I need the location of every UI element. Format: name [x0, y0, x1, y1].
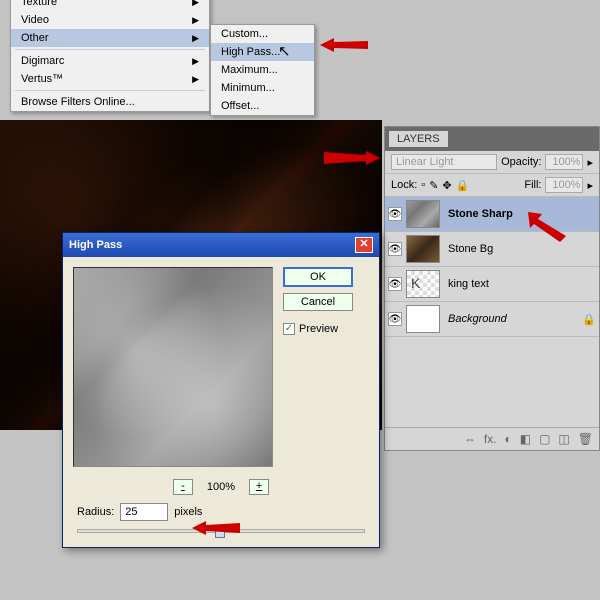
fill-input[interactable]: 100% [545, 177, 583, 193]
highpass-dialog: High Pass ✕ OK Cancel ✓ Preview - 100% +… [62, 232, 380, 548]
mask-icon[interactable]: ◐ [504, 432, 511, 446]
menu-other[interactable]: Other▶ [11, 29, 209, 47]
link-icon[interactable]: ⇔ [464, 432, 476, 446]
zoom-in-button[interactable]: + [249, 479, 269, 495]
preview-label: Preview [299, 323, 338, 335]
menu-vertus[interactable]: Vertus™▶ [11, 70, 209, 88]
submenu-arrow-icon: ▶ [192, 33, 199, 44]
layers-panel: LAYERS Linear Light Opacity: 100% ▸ Lock… [384, 126, 600, 451]
trash-icon[interactable]: 🗑 [578, 432, 593, 446]
submenu-arrow-icon: ▶ [192, 0, 199, 8]
filter-other-submenu: Custom... High Pass... Maximum... Minimu… [210, 24, 315, 116]
dialog-titlebar[interactable]: High Pass ✕ [63, 233, 379, 257]
menu-custom[interactable]: Custom... [211, 25, 314, 43]
layers-tab[interactable]: LAYERS [385, 127, 599, 151]
menu-highpass[interactable]: High Pass... [211, 43, 314, 61]
callout-arrow-icon [320, 35, 370, 58]
visibility-icon[interactable]: 👁 [388, 312, 402, 326]
submenu-arrow-icon: ▶ [192, 74, 199, 85]
menu-separator [15, 49, 205, 50]
layer-king-text[interactable]: 👁 king text [385, 267, 599, 302]
lock-label: Lock: [391, 179, 417, 191]
layer-name[interactable]: Background [444, 313, 578, 325]
opacity-input[interactable]: 100% [545, 154, 583, 170]
slider-thumb[interactable] [215, 525, 225, 538]
lock-all-icon[interactable]: 🔒 [456, 179, 470, 192]
lock-transparent-icon[interactable]: ▫ [421, 179, 425, 191]
lock-brush-icon[interactable]: ✎ [429, 179, 438, 192]
fill-label: Fill: [524, 179, 541, 191]
filter-menu: Texture▶ Video▶ Other▶ Digimarc▶ Vertus™… [10, 0, 210, 112]
menu-separator [15, 90, 205, 91]
zoom-value: 100% [207, 481, 235, 493]
lock-icon: 🔒 [582, 313, 596, 326]
radius-slider[interactable] [77, 529, 365, 533]
submenu-arrow-icon: ▶ [192, 15, 199, 26]
dialog-title: High Pass [69, 239, 122, 251]
chevron-right-icon[interactable]: ▸ [587, 156, 593, 169]
chevron-right-icon[interactable]: ▸ [587, 179, 593, 192]
adjustment-icon[interactable]: ◧ [520, 432, 531, 446]
cursor-icon: ↖ [278, 42, 291, 60]
preview-checkbox-row[interactable]: ✓ Preview [283, 323, 353, 335]
layer-name[interactable]: Stone Bg [444, 243, 596, 255]
visibility-icon[interactable]: 👁 [388, 277, 402, 291]
new-layer-icon[interactable]: ◫ [558, 432, 569, 446]
cancel-button[interactable]: Cancel [283, 293, 353, 311]
visibility-icon[interactable]: 👁 [388, 207, 402, 221]
radius-label: Radius: [77, 506, 114, 518]
ok-button[interactable]: OK [283, 267, 353, 287]
opacity-label: Opacity: [501, 156, 541, 168]
filter-preview[interactable] [73, 267, 273, 467]
layer-name[interactable]: king text [444, 278, 596, 290]
layer-thumbnail[interactable] [406, 200, 440, 228]
layers-footer: ⇔ fx. ◐ ◧ ▢ ◫ 🗑 [385, 427, 599, 450]
visibility-icon[interactable]: 👁 [388, 242, 402, 256]
menu-video[interactable]: Video▶ [11, 11, 209, 29]
menu-offset[interactable]: Offset... [211, 97, 314, 115]
menu-texture[interactable]: Texture▶ [11, 0, 209, 11]
layer-background[interactable]: 👁 Background 🔒 [385, 302, 599, 337]
layer-thumbnail[interactable] [406, 270, 440, 298]
radius-input[interactable] [120, 503, 168, 521]
menu-minimum[interactable]: Minimum... [211, 79, 314, 97]
layer-name[interactable]: Stone Sharp [444, 208, 596, 220]
submenu-arrow-icon: ▶ [192, 56, 199, 67]
layer-stone-bg[interactable]: 👁 Stone Bg [385, 232, 599, 267]
menu-digimarc[interactable]: Digimarc▶ [11, 52, 209, 70]
radius-unit: pixels [174, 506, 202, 518]
layer-stone-sharp[interactable]: 👁 Stone Sharp [385, 197, 599, 232]
blend-mode-select[interactable]: Linear Light [391, 154, 497, 170]
layer-thumbnail[interactable] [406, 235, 440, 263]
layer-thumbnail[interactable] [406, 305, 440, 333]
checkbox-icon[interactable]: ✓ [283, 323, 295, 335]
lock-move-icon[interactable]: ✥ [442, 179, 451, 192]
menu-maximum[interactable]: Maximum... [211, 61, 314, 79]
group-icon[interactable]: ▢ [539, 432, 550, 446]
zoom-out-button[interactable]: - [173, 479, 193, 495]
fx-icon[interactable]: fx. [484, 432, 497, 446]
menu-browse-filters[interactable]: Browse Filters Online... [11, 93, 209, 111]
close-button[interactable]: ✕ [355, 237, 373, 253]
